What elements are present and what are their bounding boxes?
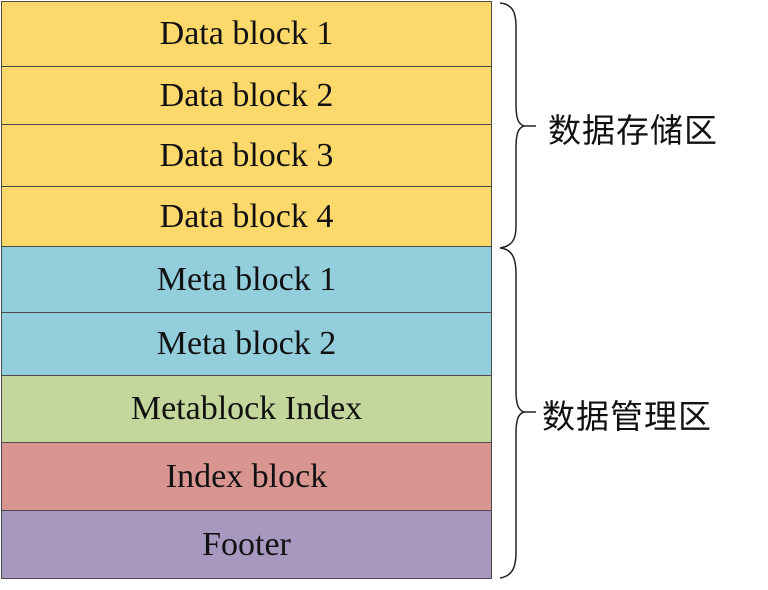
footer-block: Footer	[1, 510, 492, 579]
data-storage-brace	[499, 2, 527, 249]
data-block-1: Data block 1	[1, 1, 492, 67]
data-block-3: Data block 3	[1, 124, 492, 187]
data-block-2: Data block 2	[1, 66, 492, 125]
meta-block-2: Meta block 2	[1, 312, 492, 376]
metablock-index-label: Metablock Index	[130, 390, 363, 427]
data-storage-region-label: 数据存储区	[548, 111, 718, 150]
metablock-index: Metablock Index	[1, 375, 492, 443]
index-block: Index block	[1, 442, 492, 511]
meta-block-1-label: Meta block 1	[156, 260, 337, 298]
footer-block-label: Footer	[202, 525, 291, 563]
index-block-label: Index block	[165, 457, 328, 495]
meta-block-1: Meta block 1	[1, 246, 492, 313]
data-management-brace	[499, 247, 527, 579]
data-management-region-label: 数据管理区	[542, 397, 712, 436]
meta-block-2-label: Meta block 2	[156, 325, 337, 362]
data-block-4-label: Data block 4	[159, 197, 334, 235]
sstable-layout-diagram: Data block 1 Data block 2 Data block 3 D…	[0, 0, 768, 590]
data-block-4: Data block 4	[1, 186, 492, 247]
data-block-2-label: Data block 2	[159, 76, 334, 114]
data-block-1-label: Data block 1	[159, 15, 334, 52]
data-block-3-label: Data block 3	[159, 136, 334, 174]
